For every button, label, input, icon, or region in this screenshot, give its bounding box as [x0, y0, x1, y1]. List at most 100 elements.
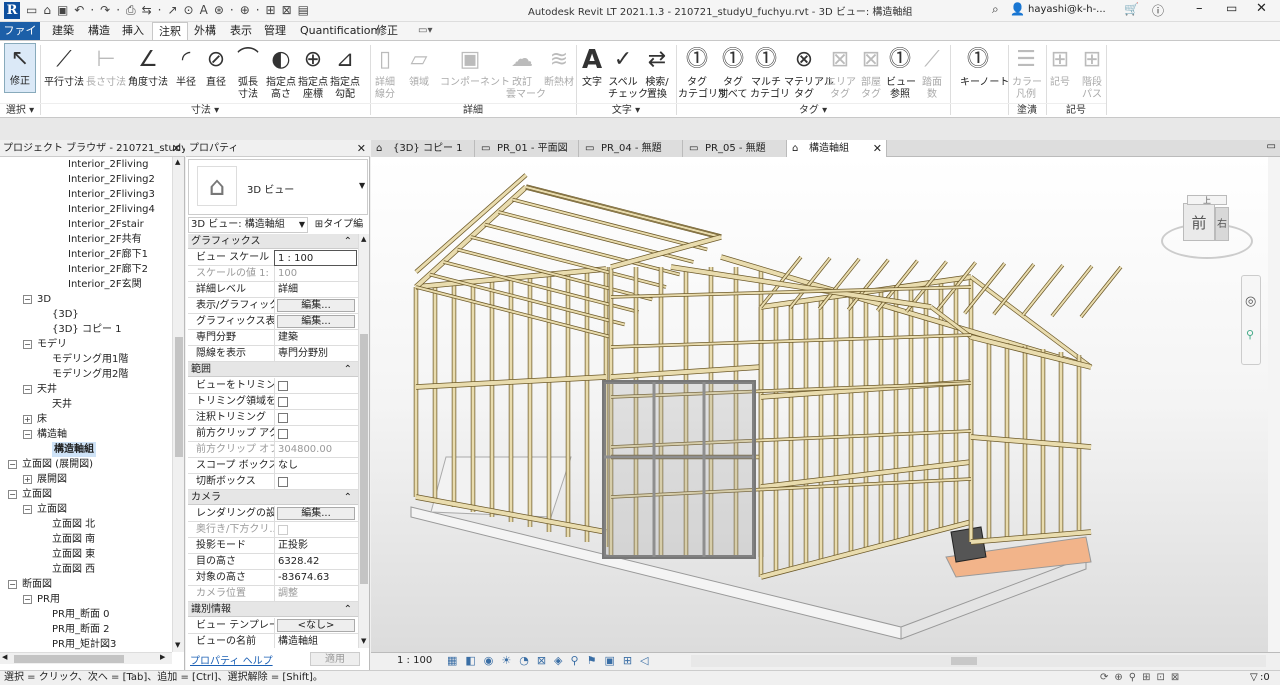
- component-button[interactable]: ▣ コンポーネント: [440, 45, 510, 89]
- chevron-down-icon[interactable]: ▼: [359, 181, 365, 190]
- browser-item[interactable]: Interior_2F廊下1: [68, 247, 148, 262]
- material-tag-button[interactable]: ⊗ マテリアル タグ: [784, 45, 834, 101]
- ribbon-group-label[interactable]: 選択 ▾: [0, 103, 40, 117]
- browser-item[interactable]: モデリ: [37, 337, 67, 352]
- browser-item[interactable]: PR用_断面 2: [52, 622, 110, 637]
- user-icon[interactable]: 👤: [1010, 2, 1025, 16]
- browser-item[interactable]: {3D}: [52, 307, 79, 322]
- property-value[interactable]: 構造軸組: [274, 634, 357, 648]
- view-cube-top[interactable]: 上: [1187, 195, 1227, 205]
- multi-category-button[interactable]: ⓵ マルチ カテゴリ: [750, 45, 790, 101]
- browser-item[interactable]: PR用_断面 0: [52, 607, 110, 622]
- edit-button[interactable]: 編集...: [277, 315, 355, 328]
- chevron-down-icon[interactable]: ▼: [299, 218, 305, 232]
- browser-item[interactable]: Interior_2Fliving: [68, 157, 149, 172]
- view-reference-button[interactable]: ⓵ ビュー 参照: [886, 45, 916, 101]
- view-tab-pr05[interactable]: ▭ PR_05 - 無題: [683, 140, 787, 157]
- checkbox-icon[interactable]: [278, 525, 288, 535]
- type-selector[interactable]: ⌂ 3D ビュー ▼: [188, 159, 368, 215]
- browser-item[interactable]: モデリング用2階: [52, 367, 128, 382]
- expand-icon[interactable]: +: [23, 475, 32, 484]
- property-value[interactable]: -83674.63: [274, 570, 357, 586]
- text-button[interactable]: A 文字: [580, 45, 604, 89]
- tab-view[interactable]: 表示: [224, 22, 258, 40]
- ribbon-minimize-icon[interactable]: ▭▾: [418, 25, 432, 36]
- room-tag-button[interactable]: ⊠ 部屋 タグ: [858, 45, 884, 101]
- close-icon[interactable]: ✕: [172, 140, 181, 156]
- browser-item[interactable]: 構造軸組: [52, 442, 96, 457]
- help-icon[interactable]: ⓘ: [1152, 2, 1164, 19]
- browser-item[interactable]: {3D} コピー 1: [52, 322, 122, 337]
- keynote-button[interactable]: ⓵ キーノート: [960, 45, 1009, 89]
- checkbox-icon[interactable]: [278, 397, 288, 407]
- property-value[interactable]: 建築: [274, 330, 357, 346]
- collapse-icon[interactable]: −: [23, 385, 32, 394]
- tab-insert[interactable]: 挿入: [116, 22, 150, 40]
- scroll-right-icon[interactable]: ▶: [160, 653, 165, 661]
- view-tab-pr04[interactable]: ▭ PR_04 - 無題: [579, 140, 683, 157]
- browser-item[interactable]: 天井: [52, 397, 72, 412]
- linear-dimension-button[interactable]: ⊢ 長さ寸法: [86, 45, 126, 89]
- property-section-header[interactable]: カメラ ⌃: [188, 490, 358, 505]
- hscroll-thumb[interactable]: [14, 655, 124, 663]
- maximize-icon[interactable]: ▭: [1226, 1, 1237, 15]
- type-edit-button[interactable]: ⊞タイプ編集: [310, 217, 368, 246]
- symbol-button[interactable]: ⊞ 記号: [1048, 45, 1072, 89]
- close-icon[interactable]: ✕: [357, 140, 366, 156]
- property-checkbox[interactable]: [274, 410, 357, 426]
- tab-modify[interactable]: 修正: [370, 22, 404, 40]
- scrollbar-thumb[interactable]: [360, 334, 368, 584]
- revit-logo-icon[interactable]: R: [4, 2, 20, 19]
- property-value[interactable]: 6328.42: [274, 554, 357, 570]
- property-edit-button[interactable]: <なし>: [274, 618, 357, 634]
- ribbon-group-label[interactable]: タグ ▾: [676, 103, 950, 117]
- collapse-icon[interactable]: −: [8, 580, 17, 589]
- close-icon[interactable]: ✕: [873, 140, 882, 157]
- search-icon[interactable]: ⌕: [992, 2, 999, 17]
- view-cube-front[interactable]: 前: [1183, 203, 1215, 241]
- tag-by-category-button[interactable]: ⓵ タグ カテゴリ別: [678, 45, 728, 101]
- property-checkbox[interactable]: [274, 426, 357, 442]
- ribbon-group-label[interactable]: 文字 ▾: [576, 103, 676, 117]
- collapse-icon[interactable]: −: [23, 295, 32, 304]
- browser-item[interactable]: Interior_2Fliving3: [68, 187, 155, 202]
- scroll-down-icon[interactable]: ▼: [175, 641, 180, 649]
- property-value[interactable]: なし: [274, 458, 357, 474]
- property-section-header[interactable]: グラフィックス ⌃: [188, 234, 358, 249]
- canvas-hscroll[interactable]: [691, 655, 1266, 667]
- browser-item[interactable]: PR用: [37, 592, 60, 607]
- browser-item[interactable]: モデリング用1階: [52, 352, 128, 367]
- instance-selector[interactable]: 3D ビュー: 構造軸組 ▼: [188, 217, 308, 233]
- restore-icon[interactable]: ▭: [1267, 141, 1276, 152]
- ribbon-group-label[interactable]: 詳細: [370, 103, 576, 117]
- expand-icon[interactable]: +: [23, 415, 32, 424]
- browser-item[interactable]: 3D: [37, 292, 51, 307]
- tab-manage[interactable]: 管理: [258, 22, 292, 40]
- spot-elevation-button[interactable]: ◐ 指定点 高さ: [266, 45, 296, 101]
- browser-item[interactable]: 立面図 東: [52, 547, 95, 562]
- spot-slope-button[interactable]: ⊿ 指定点 勾配: [330, 45, 360, 101]
- insulation-button[interactable]: ≋ 断熱材: [542, 45, 576, 89]
- detail-line-button[interactable]: ▯ 詳細 線分: [370, 45, 400, 101]
- property-value[interactable]: 詳細: [274, 282, 357, 298]
- tab-architecture[interactable]: 建築: [46, 22, 80, 40]
- browser-item[interactable]: 立面図 (展開図): [22, 457, 93, 472]
- view-cube-right[interactable]: 右: [1215, 207, 1229, 241]
- collapse-icon[interactable]: −: [23, 595, 32, 604]
- region-button[interactable]: ▱ 領域: [404, 45, 434, 89]
- browser-item[interactable]: 立面図: [37, 502, 67, 517]
- property-value[interactable]: 正投影: [274, 538, 357, 554]
- browser-item[interactable]: Interior_2F廊下2: [68, 262, 148, 277]
- collapse-icon[interactable]: −: [8, 460, 17, 469]
- stair-path-button[interactable]: ⊞ 階段 パス: [1078, 45, 1106, 101]
- ribbon-group-label[interactable]: 寸法 ▾: [40, 103, 370, 117]
- tag-all-button[interactable]: ⓵ タグ すべて: [718, 45, 748, 101]
- canvas-vscroll[interactable]: [1268, 157, 1280, 652]
- browser-item[interactable]: Interior_2Fstair: [68, 217, 144, 232]
- scroll-up-icon[interactable]: ▲: [175, 158, 180, 166]
- view-tab-3d-copy[interactable]: ⌂ {3D} コピー 1: [371, 140, 475, 157]
- browser-item[interactable]: Interior_2F玄関: [68, 277, 142, 292]
- user-name[interactable]: hayashi@k-h-...: [1028, 4, 1106, 15]
- browser-item[interactable]: 立面図 西: [52, 562, 95, 577]
- checkbox-icon[interactable]: [278, 413, 288, 423]
